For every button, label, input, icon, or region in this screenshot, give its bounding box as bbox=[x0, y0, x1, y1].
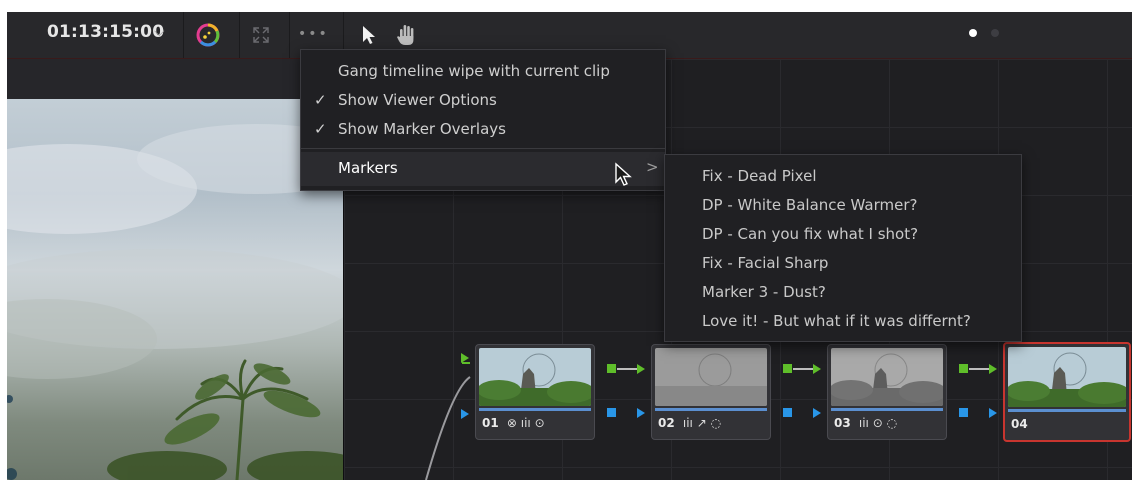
node-output-rgb-port[interactable] bbox=[607, 364, 616, 373]
checkmark-icon: ✓ bbox=[314, 91, 327, 109]
viewer-image bbox=[7, 99, 343, 480]
node-output-alpha-port[interactable] bbox=[783, 408, 792, 417]
mouse-cursor-icon bbox=[614, 162, 632, 192]
node-02[interactable]: 02 ıiı ↗ ◌ bbox=[651, 344, 771, 440]
node-tools-icons: ⊗ ıiı ⊙ bbox=[506, 416, 545, 430]
node-output-alpha-port[interactable] bbox=[607, 408, 616, 417]
node-output-alpha-port[interactable] bbox=[959, 408, 968, 417]
node-thumbnail bbox=[479, 348, 591, 406]
node-number: 03 bbox=[834, 416, 851, 430]
node-output-rgb-port[interactable] bbox=[783, 364, 792, 373]
node-progress-bar bbox=[1008, 409, 1126, 412]
page-dot[interactable] bbox=[991, 29, 999, 37]
color-wheel-icon[interactable] bbox=[192, 20, 224, 50]
node-label: 02 ıiı ↗ ◌ bbox=[658, 416, 721, 430]
more-options-icon[interactable]: ••• bbox=[298, 26, 329, 42]
node-input-alpha-port[interactable] bbox=[813, 408, 821, 418]
menu-item-markers[interactable]: Markers > bbox=[301, 152, 665, 186]
markers-submenu: Fix - Dead Pixel DP - White Balance Warm… bbox=[664, 154, 1022, 342]
page-dot-active[interactable] bbox=[969, 29, 977, 37]
node-link bbox=[617, 368, 639, 370]
node-link bbox=[793, 368, 815, 370]
toolbar-divider bbox=[289, 12, 290, 58]
node-progress-bar bbox=[655, 408, 767, 411]
color-page-viewer-area: 01:13:15:00 ⌵ ••• 01 ⊗ ıiı ⊙ 02 ıiı ↗ ◌ … bbox=[7, 12, 1132, 480]
viewer-subbar bbox=[7, 59, 343, 99]
node-04[interactable]: 04 bbox=[1003, 342, 1131, 442]
node-progress-bar bbox=[479, 408, 591, 411]
node-01[interactable]: 01 ⊗ ıiı ⊙ bbox=[475, 344, 595, 440]
toolbar-divider bbox=[239, 12, 240, 58]
node-input-alpha-port[interactable] bbox=[989, 408, 997, 418]
menu-divider bbox=[301, 148, 665, 149]
pointer-icon[interactable] bbox=[353, 20, 385, 50]
marker-item[interactable]: Fix - Facial Sharp bbox=[702, 254, 828, 272]
node-input-rgb-port[interactable] bbox=[637, 364, 645, 374]
markers-label: Markers bbox=[338, 159, 398, 177]
marker-item[interactable]: Love it! - But what if it was differnt? bbox=[702, 312, 971, 330]
node-input-rgb-port[interactable] bbox=[813, 364, 821, 374]
node-label: 01 ⊗ ıiı ⊙ bbox=[482, 416, 545, 430]
node-link bbox=[969, 368, 991, 370]
node-input-alpha-port[interactable] bbox=[637, 408, 645, 418]
timecode-display[interactable]: 01:13:15:00 bbox=[47, 22, 164, 42]
checkmark-icon: ✓ bbox=[314, 120, 327, 138]
marker-item[interactable]: DP - White Balance Warmer? bbox=[702, 196, 917, 214]
node-input-rgb-port[interactable] bbox=[989, 364, 997, 374]
expand-icon[interactable] bbox=[245, 20, 277, 50]
chevron-right-icon: > bbox=[646, 158, 659, 176]
node-input-rgb-port[interactable] bbox=[461, 353, 469, 363]
node-thumbnail bbox=[831, 348, 943, 406]
menu-item-show-viewer-options[interactable]: Show Viewer Options bbox=[338, 91, 497, 109]
node-progress-bar bbox=[831, 408, 943, 411]
node-output-rgb-port[interactable] bbox=[959, 364, 968, 373]
node-thumbnail bbox=[1008, 347, 1126, 407]
viewer-options-menu: Gang timeline wipe with current clip ✓ S… bbox=[300, 49, 666, 191]
node-number: 02 bbox=[658, 416, 675, 430]
toolbar-divider bbox=[183, 12, 184, 58]
node-label: 04 bbox=[1011, 417, 1028, 431]
marker-item[interactable]: Fix - Dead Pixel bbox=[702, 167, 817, 185]
node-number: 01 bbox=[482, 416, 499, 430]
menu-item-show-marker-overlays[interactable]: Show Marker Overlays bbox=[338, 120, 506, 138]
node-tools-icons: ıiı ⊙ ◌ bbox=[858, 416, 898, 430]
menu-item-gang-wipe[interactable]: Gang timeline wipe with current clip bbox=[338, 62, 610, 80]
marker-item[interactable]: DP - Can you fix what I shot? bbox=[702, 225, 918, 243]
node-03[interactable]: 03 ıiı ⊙ ◌ bbox=[827, 344, 947, 440]
timecode-chevron-icon[interactable]: ⌵ bbox=[154, 24, 165, 40]
hand-icon[interactable] bbox=[391, 20, 423, 50]
node-label: 03 ıiı ⊙ ◌ bbox=[834, 416, 897, 430]
node-number: 04 bbox=[1011, 417, 1028, 431]
node-tools-icons: ıiı ↗ ◌ bbox=[682, 416, 722, 430]
marker-item[interactable]: Marker 3 - Dust? bbox=[702, 283, 826, 301]
node-thumbnail bbox=[655, 348, 767, 406]
node-input-alpha-port[interactable] bbox=[461, 409, 469, 419]
